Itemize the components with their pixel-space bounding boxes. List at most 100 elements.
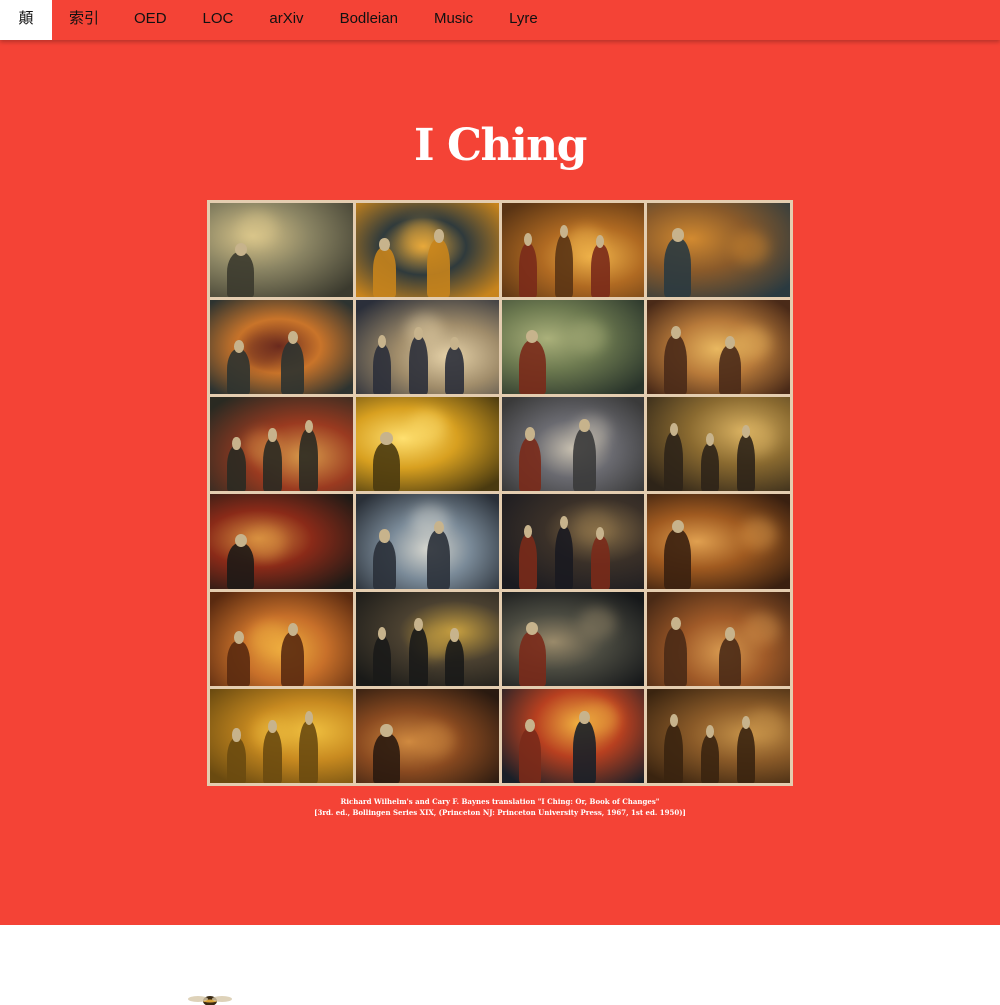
artwork-tile	[355, 688, 499, 783]
artwork-light	[731, 232, 769, 265]
artwork-figure	[572, 428, 596, 492]
artwork-figure-head	[268, 428, 277, 442]
artwork-tile	[210, 203, 353, 298]
artwork-figure-head	[233, 339, 244, 353]
artwork-figure	[518, 728, 542, 783]
artwork-figure	[700, 442, 720, 492]
artwork-figure-head	[414, 618, 423, 632]
artwork-figure	[572, 719, 596, 783]
artwork-tile	[210, 494, 353, 589]
artwork-tile	[501, 203, 645, 298]
artwork-figure-head	[304, 711, 313, 725]
artwork-figure-head	[232, 728, 241, 742]
artwork-figure-head	[234, 534, 247, 548]
artwork-figure	[664, 237, 692, 298]
artwork-figure	[718, 636, 742, 686]
artwork-figure-head	[268, 719, 277, 734]
artwork-tile	[647, 397, 790, 492]
artwork-figure	[736, 725, 756, 783]
artwork-figure-head	[450, 336, 459, 351]
artwork-figure	[281, 340, 305, 395]
artwork-figure-head	[670, 325, 682, 339]
artwork-figure-head	[669, 422, 678, 436]
artwork-tile	[355, 591, 499, 686]
artwork-light	[578, 606, 616, 639]
artwork-figure	[409, 627, 428, 686]
artwork-tile	[355, 397, 499, 492]
artwork-figure	[664, 335, 688, 395]
artwork-figure	[372, 247, 396, 298]
artwork-light	[408, 409, 446, 442]
nav-home[interactable]: 顛	[0, 0, 52, 40]
artwork-figure	[518, 534, 538, 589]
artwork-tile	[355, 300, 499, 395]
artwork-figure	[445, 346, 464, 395]
artwork-figure-head	[579, 710, 590, 724]
artwork-figure-head	[379, 529, 390, 543]
footer	[0, 925, 1000, 1005]
page-title: I Ching	[414, 120, 587, 171]
artwork-figure	[590, 535, 610, 589]
artwork-figure-head	[380, 723, 393, 737]
artwork-figure-head	[433, 229, 444, 243]
artwork-grid	[207, 200, 793, 786]
nav-arxiv[interactable]: arXiv	[251, 0, 321, 40]
artwork-figure-head	[233, 631, 244, 645]
artwork-tile	[210, 688, 353, 783]
artwork-figure	[427, 238, 450, 298]
artwork-figure-head	[705, 724, 715, 738]
artwork-light	[734, 327, 772, 360]
artwork-figure	[227, 446, 246, 492]
artwork-figure	[372, 635, 392, 686]
image-caption: Richard Wilhelm's and Cary F. Baynes tra…	[0, 796, 1000, 818]
artwork-figure	[227, 737, 246, 783]
artwork-figure-head	[232, 436, 241, 451]
artwork-tile	[647, 203, 790, 298]
artwork-figure	[372, 441, 400, 492]
artwork-figure	[299, 720, 318, 783]
artwork-figure	[554, 234, 574, 298]
artwork-figure	[554, 525, 574, 589]
artwork-figure-head	[433, 520, 444, 535]
artwork-figure	[518, 631, 546, 686]
artwork-light	[570, 320, 608, 353]
artwork-figure	[590, 244, 610, 298]
artwork-figure	[736, 434, 756, 492]
artwork-figure	[518, 436, 542, 492]
nav-oed[interactable]: OED	[116, 0, 185, 40]
top-navigation: 顛 索引 OED LOC arXiv Bodleian Music Lyre	[0, 0, 1000, 40]
artwork-figure-head	[523, 524, 533, 538]
artwork-figure	[227, 349, 250, 395]
artwork-tile	[501, 397, 645, 492]
artwork-figure	[664, 529, 692, 589]
artwork-figure	[263, 729, 282, 783]
nav-index[interactable]: 索引	[52, 0, 116, 40]
artwork-figure	[372, 344, 392, 395]
artwork-figure	[445, 637, 464, 686]
bee-icon	[188, 996, 232, 1005]
artwork-figure	[227, 251, 255, 298]
nav-loc[interactable]: LOC	[185, 0, 252, 40]
artwork-figure	[409, 335, 428, 395]
artwork-tile	[501, 300, 645, 395]
artwork-tile	[210, 591, 353, 686]
nav-music[interactable]: Music	[416, 0, 491, 40]
nav-bodleian[interactable]: Bodleian	[322, 0, 416, 40]
artwork-tile	[647, 300, 790, 395]
artwork-figure	[664, 432, 683, 492]
artwork-tile	[355, 203, 499, 298]
artwork-tile	[355, 494, 499, 589]
artwork-light	[238, 212, 276, 245]
artwork-figure-head	[671, 228, 685, 242]
artwork-figure-head	[525, 427, 536, 441]
artwork-figure	[518, 339, 546, 395]
artwork-figure-head	[725, 627, 736, 641]
nav-lyre[interactable]: Lyre	[491, 0, 556, 40]
artwork-figure	[518, 242, 538, 298]
artwork-tile	[501, 688, 645, 783]
artwork-figure	[263, 437, 282, 492]
artwork-tile	[647, 688, 790, 783]
artwork-figure	[700, 734, 720, 783]
artwork-light	[417, 723, 455, 756]
artwork-figure-head	[450, 628, 459, 642]
